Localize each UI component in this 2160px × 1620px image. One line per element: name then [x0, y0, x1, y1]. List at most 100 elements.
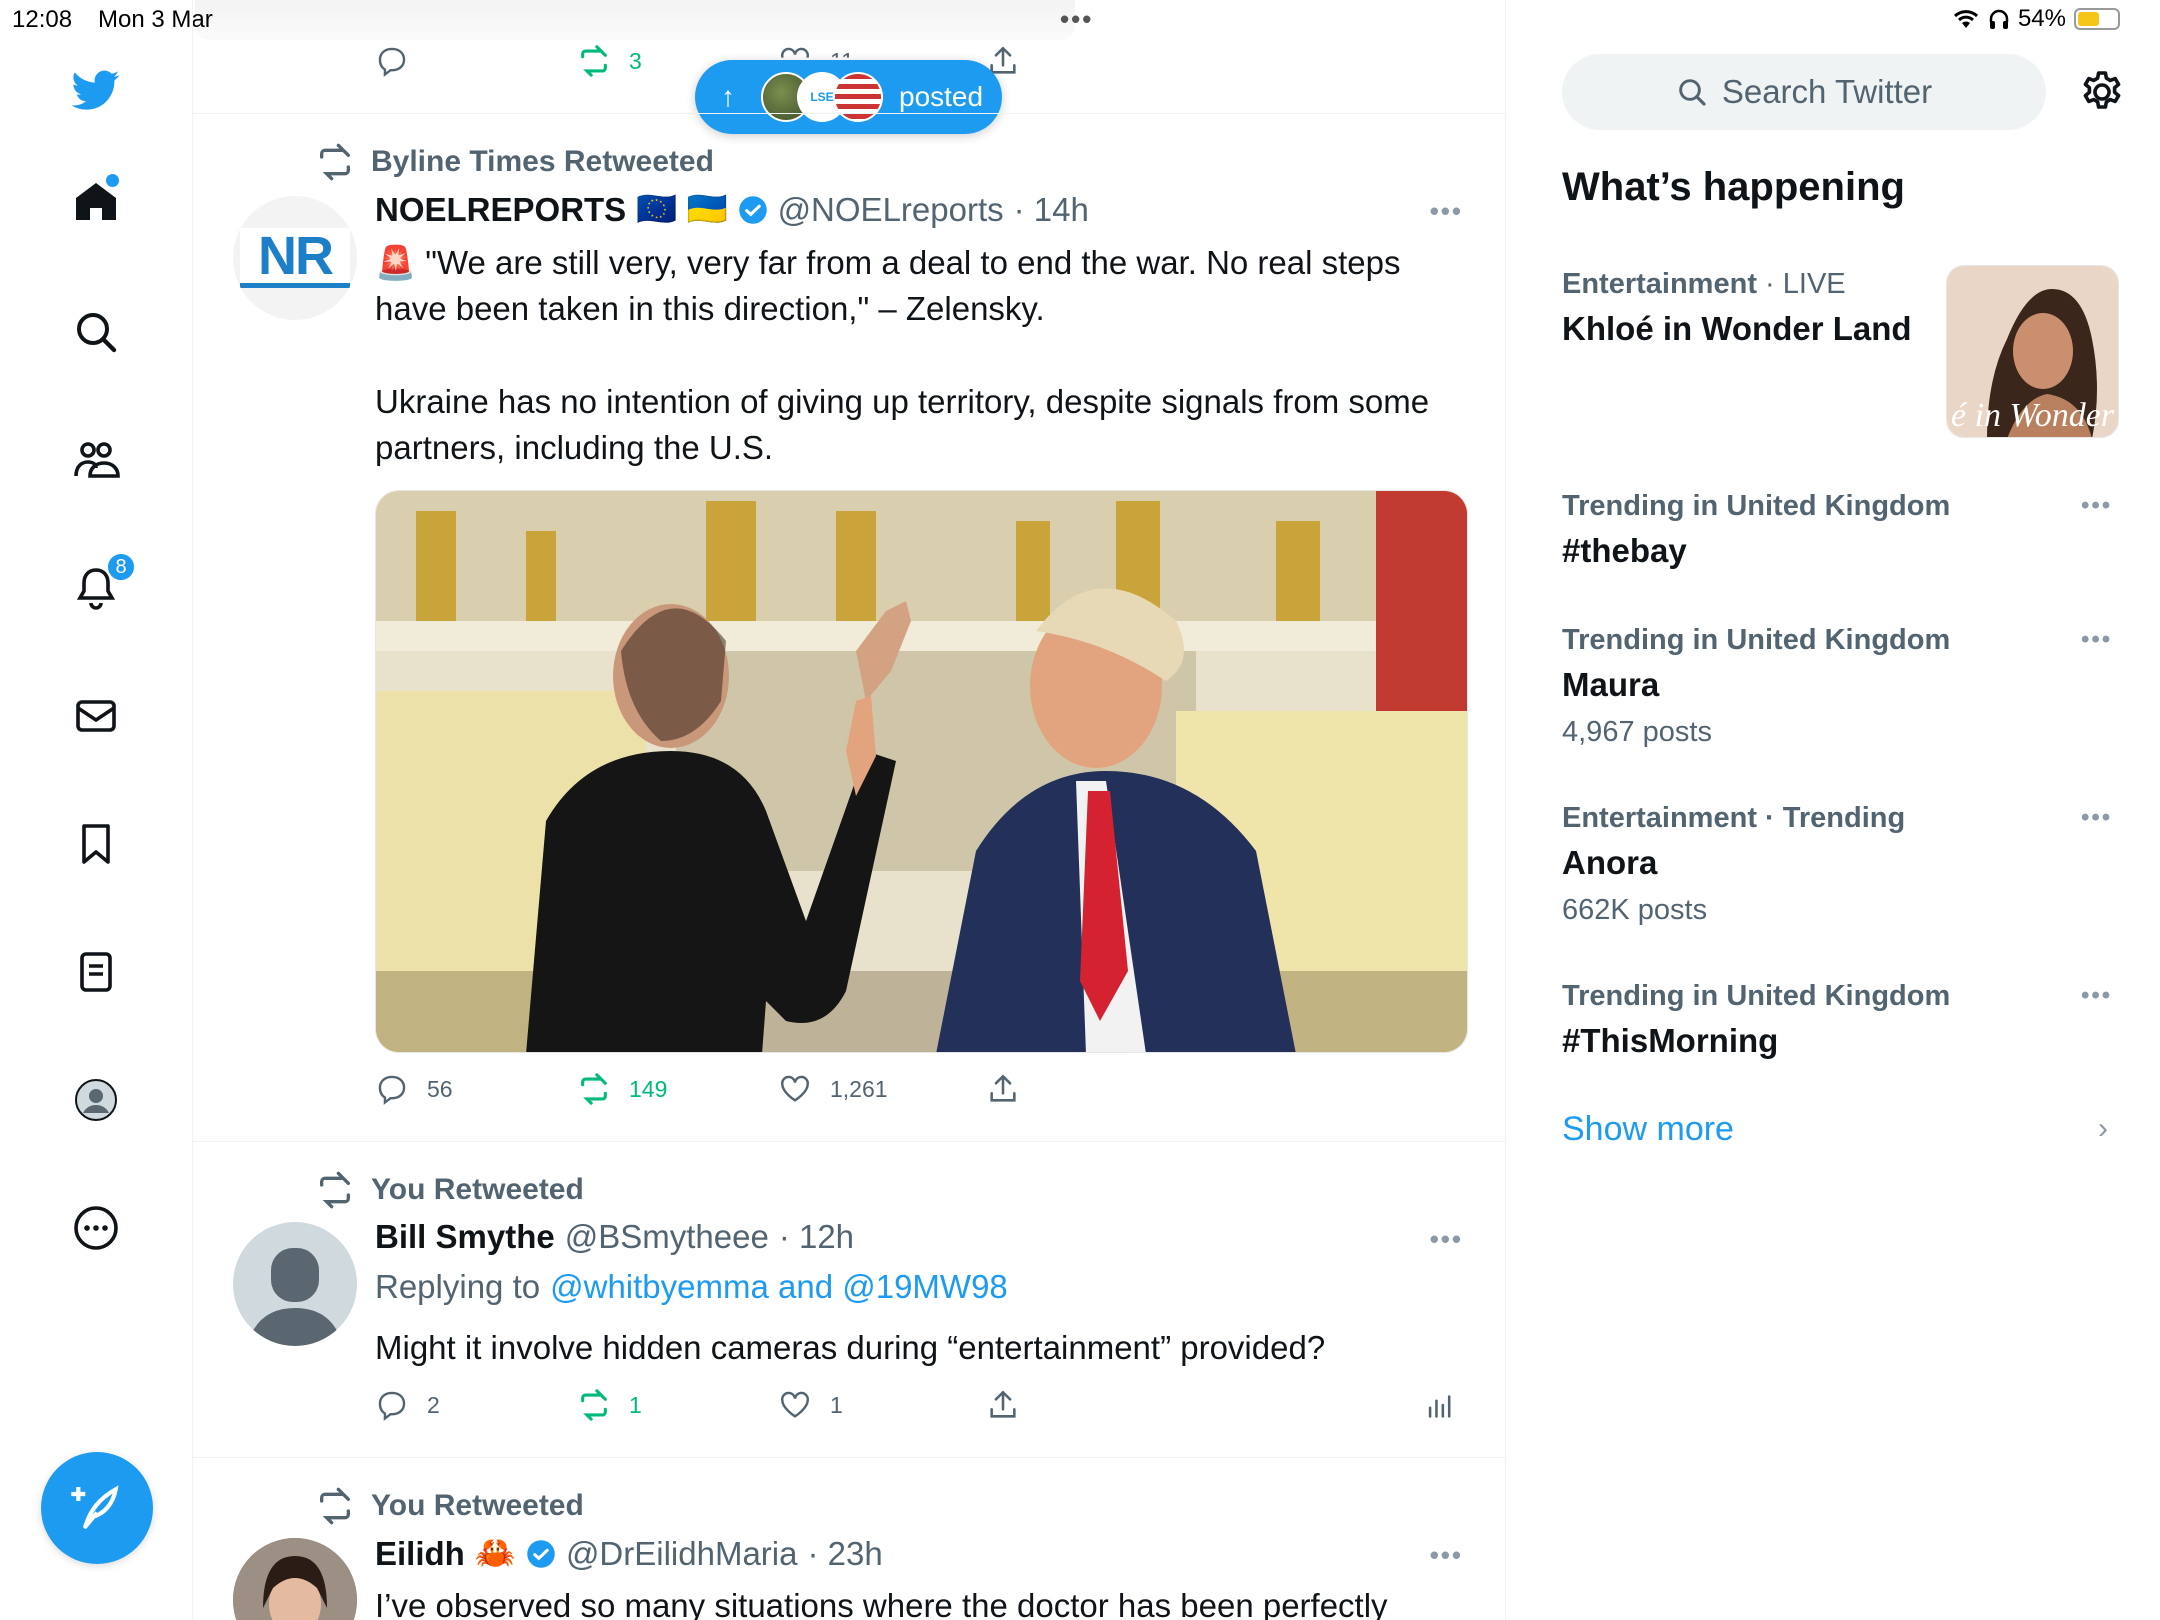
arrow-up-icon: ↑ [721, 81, 735, 112]
default-avatar-icon [247, 1248, 343, 1346]
siren-emoji: 🚨 [375, 244, 417, 281]
tweet-text-paragraph2: Ukraine has no intention of giving up te… [375, 383, 1430, 466]
compose-feather-icon [71, 1485, 119, 1529]
replying-to-handles[interactable]: @whitbyemma and @19MW98 [550, 1268, 1008, 1306]
share-button[interactable] [986, 1388, 1020, 1422]
tweet-text: 🚨 "We are still very, very far from a de… [375, 240, 1445, 332]
nr-logo: NR [240, 226, 350, 288]
trend-more-menu[interactable]: ••• [2081, 804, 2112, 832]
divider [193, 113, 1505, 114]
tweet-photo[interactable] [375, 490, 1468, 1053]
twitter-bird-icon [72, 70, 120, 110]
tweet-time[interactable]: · 14h [1014, 191, 1089, 229]
trend-post-count: 4,967 posts [1562, 716, 1712, 748]
verified-badge-icon [527, 1539, 555, 1568]
avatar-default[interactable] [233, 1222, 357, 1346]
nav-home[interactable] [64, 170, 128, 234]
reply-icon [378, 47, 406, 77]
nav-messages[interactable] [64, 684, 128, 748]
retweeted-by-line[interactable]: You Retweeted [315, 1170, 584, 1210]
trend-title[interactable]: #thebay [1562, 532, 1687, 570]
heart-icon [781, 1075, 809, 1102]
bookmark-icon [82, 824, 110, 864]
profile-avatar-icon [75, 1079, 117, 1121]
retweeted-by-line[interactable]: You Retweeted [315, 1486, 584, 1526]
more-circle-icon [74, 1206, 118, 1250]
retweet-button[interactable]: 149 [577, 1072, 667, 1106]
analytics-icon [1428, 1395, 1451, 1418]
tweet-header: Eilidh 🦀 @DrEilidhMaria · 23h [375, 1534, 883, 1573]
retweeted-by-line[interactable]: Byline Times Retweeted [315, 142, 714, 182]
retweet-count: 149 [629, 1075, 668, 1102]
tweet-text: Might it involve hidden cameras during “… [375, 1329, 1326, 1366]
author-handle[interactable]: @DrEilidhMaria [566, 1535, 798, 1573]
trend-meta: Trending in United Kingdom [1562, 490, 1951, 522]
nav-bookmarks[interactable] [64, 812, 128, 876]
tweet-header: Bill Smythe @BSmytheee · 12h [375, 1218, 854, 1256]
trend-title[interactable]: Maura [1562, 666, 1659, 704]
trend-title[interactable]: #ThisMorning [1562, 1022, 1778, 1060]
trend-meta: Trending in United Kingdom [1562, 624, 1951, 656]
tweet-text-line1: "We are still very, very far from a deal… [375, 244, 1401, 327]
author-handle[interactable]: @BSmytheee [565, 1218, 769, 1256]
divider [193, 1141, 1505, 1142]
trend-more-menu[interactable]: ••• [2081, 626, 2112, 654]
retweet-button[interactable]: 1 [577, 1388, 642, 1422]
heart-icon [781, 1391, 809, 1418]
author-name[interactable]: Bill Smythe [375, 1218, 555, 1256]
author-name[interactable]: NOELREPORTS [375, 191, 626, 229]
tweet-time[interactable]: · 23h [808, 1535, 883, 1573]
nav-more[interactable] [64, 1196, 128, 1260]
nav-notifications[interactable]: 8 [64, 552, 136, 620]
tweet-header: NOELREPORTS 🇪🇺 🇺🇦 @NOELreports · 14h [375, 190, 1089, 229]
nav-explore[interactable] [64, 300, 128, 364]
posted-label: posted [899, 81, 984, 112]
tweet-more-menu[interactable]: ••• [1430, 1540, 1463, 1571]
avatar-noelreports[interactable]: NR [233, 196, 357, 320]
trend-title[interactable]: Khloé in Wonder Land [1562, 310, 1912, 348]
search-input[interactable]: Search Twitter [1562, 54, 2046, 130]
avatar-eilidh[interactable] [233, 1538, 357, 1620]
author-name[interactable]: Eilidh [375, 1535, 465, 1573]
trend-title[interactable]: Anora [1562, 844, 1657, 882]
nav-lists[interactable] [64, 940, 128, 1004]
trend-more-menu[interactable]: ••• [2081, 492, 2112, 520]
tweet-more-menu[interactable]: ••• [1430, 1224, 1463, 1255]
right-sidebar: Search Twitter What’s happening Entertai… [1506, 0, 2160, 1620]
share-icon [990, 1390, 1016, 1418]
avatar-photo [233, 1538, 357, 1620]
like-count: 1,261 [830, 1075, 888, 1102]
new-posts-pill[interactable]: ↑ LSE posted [695, 60, 1002, 134]
trend-meta: Entertainment · LIVE [1562, 268, 1846, 301]
nav-profile[interactable] [64, 1068, 128, 1132]
trend-meta: Trending in United Kingdom [1562, 980, 1951, 1012]
trend-category: Entertainment [1562, 268, 1757, 300]
notifications-badge: 8 [106, 552, 136, 582]
reply-button[interactable]: 56 [375, 1072, 453, 1106]
like-button[interactable]: 1,261 [778, 1072, 888, 1106]
settings-gear-icon[interactable] [2078, 68, 2126, 116]
home-unread-dot [106, 174, 119, 187]
reply-icon [378, 1391, 406, 1421]
share-button[interactable] [986, 1072, 1020, 1106]
retweeted-by-text: Byline Times Retweeted [371, 145, 714, 178]
analytics-button[interactable] [1423, 1388, 1457, 1422]
compose-tweet-button[interactable] [41, 1452, 153, 1564]
reply-icon [378, 1075, 406, 1105]
timeline-feed[interactable]: 3 1 1 ↑ LSE posted Byline Times Retweeted… [193, 0, 1506, 1620]
prev-retweet-button[interactable]: 3 [577, 44, 642, 78]
nav-communities[interactable] [64, 428, 128, 492]
twitter-logo[interactable] [64, 58, 128, 122]
prev-reply-button[interactable] [375, 44, 409, 78]
trend-image[interactable]: é in Wonder L [1946, 265, 2119, 438]
author-handle[interactable]: @NOELreports [778, 191, 1004, 229]
like-count: 1 [830, 1391, 843, 1418]
tweet-time[interactable]: · 12h [779, 1218, 854, 1256]
show-more-link[interactable]: Show more [1562, 1110, 1734, 1149]
trend-meta: Entertainment · Trending [1562, 802, 1906, 834]
verified-badge-icon [738, 195, 767, 224]
tweet-more-menu[interactable]: ••• [1430, 196, 1463, 227]
like-button[interactable]: 1 [778, 1388, 843, 1422]
trend-more-menu[interactable]: ••• [2081, 982, 2112, 1010]
reply-button[interactable]: 2 [375, 1388, 440, 1422]
